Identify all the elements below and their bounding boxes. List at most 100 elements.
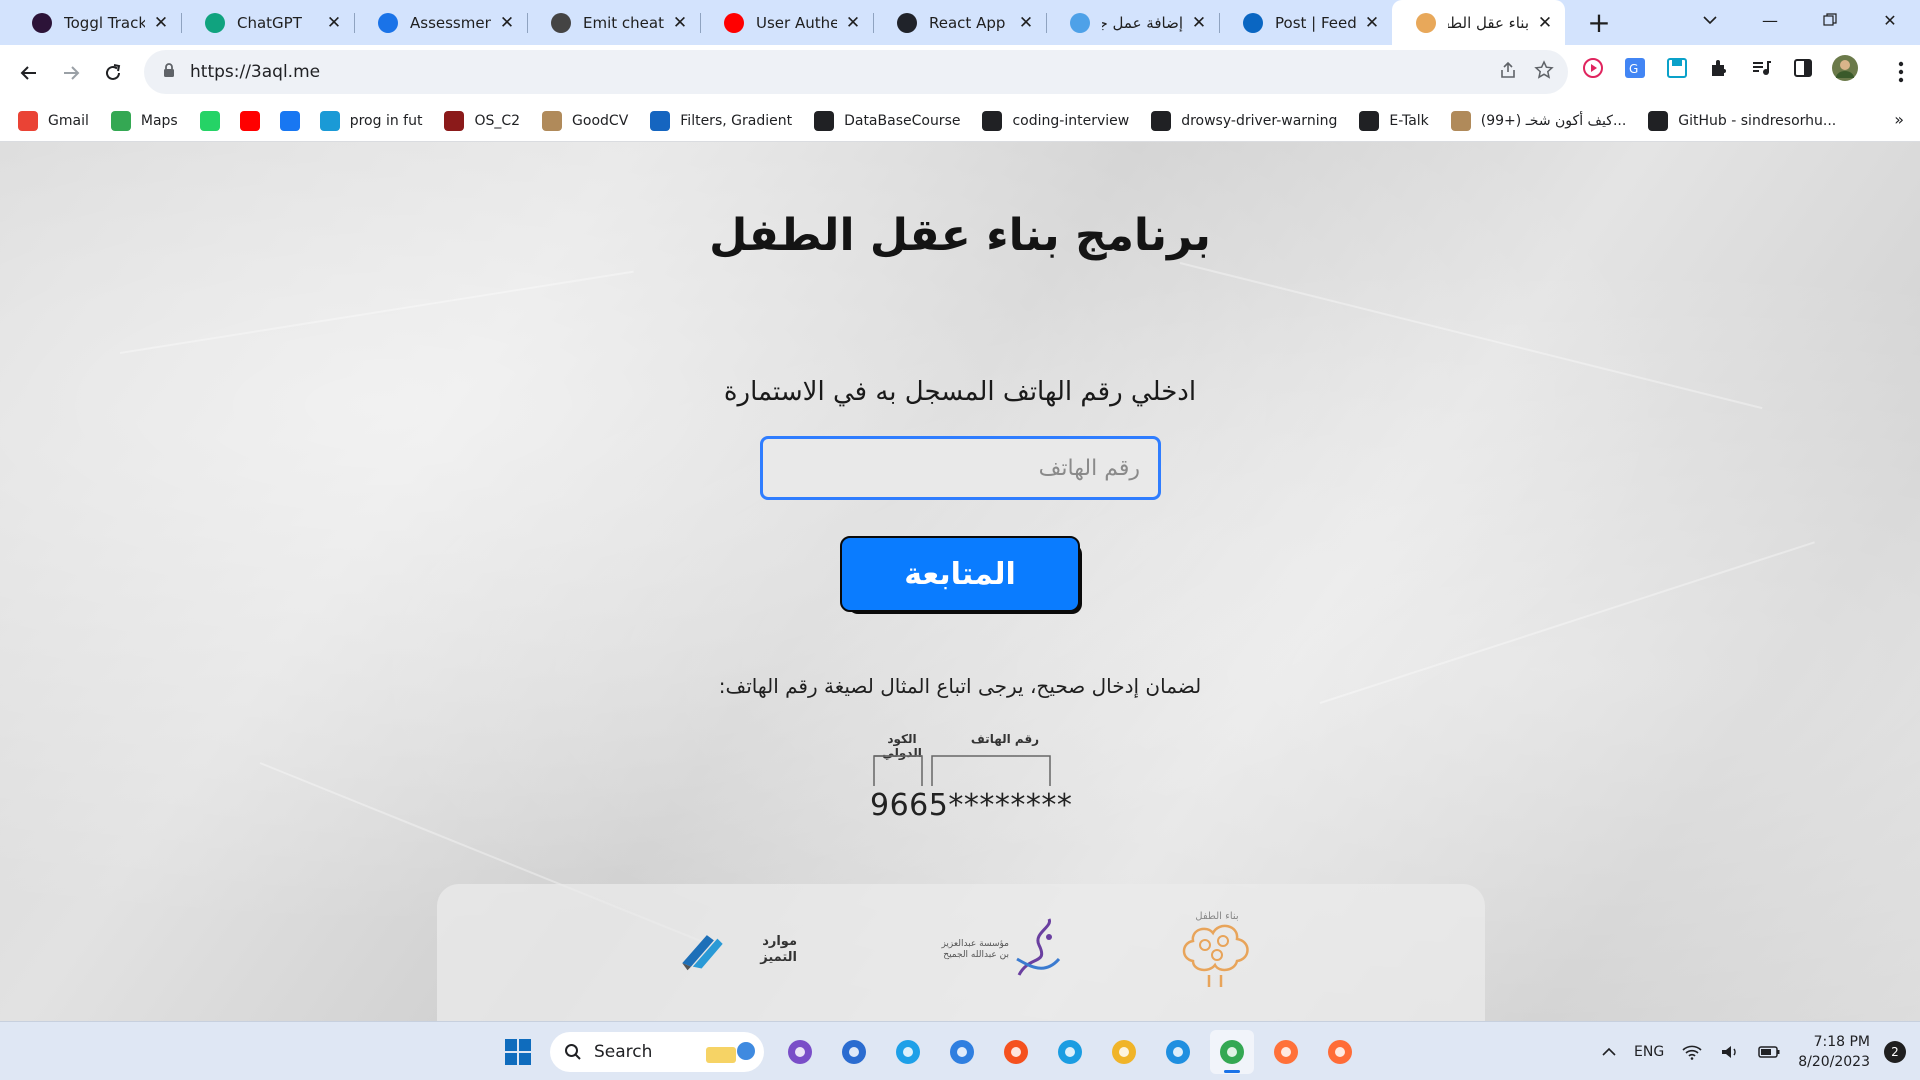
brave-icon[interactable] (994, 1030, 1038, 1074)
language-indicator[interactable]: ENG (1634, 1044, 1664, 1060)
browser-tab[interactable]: React App ✕ (873, 0, 1046, 45)
volume-icon[interactable] (1720, 1044, 1740, 1060)
restore-icon[interactable] (1800, 0, 1860, 40)
tab-title: React App (929, 13, 1006, 32)
bookmark-item[interactable]: (99+) كيف أكون شخـ... (1450, 110, 1627, 131)
clock[interactable]: 7:18 PM 8/20/2023 (1798, 1032, 1870, 1072)
reload-button[interactable] (92, 52, 134, 94)
clock-time: 7:18 PM (1813, 1033, 1870, 1050)
bookmark-item[interactable]: coding-interview (982, 110, 1129, 131)
minimize-icon[interactable]: — (1740, 0, 1800, 40)
store-icon[interactable] (832, 1030, 876, 1074)
bookmark-item[interactable] (239, 110, 260, 131)
browser-tab[interactable]: Post | Feed | L ✕ (1219, 0, 1392, 45)
tab-close-icon[interactable]: ✕ (843, 13, 863, 33)
taskbar-search[interactable]: Search (550, 1032, 764, 1072)
bookmark-label: Gmail (48, 112, 89, 129)
google-translate-icon[interactable]: G (1622, 55, 1648, 81)
more-bookmarks-icon[interactable]: » (1894, 110, 1904, 129)
browser-tab[interactable]: ChatGPT ✕ (181, 0, 354, 45)
file-explorer-icon[interactable] (1102, 1030, 1146, 1074)
lock-icon[interactable] (162, 62, 176, 82)
show-hidden-icons-icon[interactable] (1602, 1047, 1616, 1057)
page-title: برنامج بناء عقل الطفل (709, 210, 1211, 261)
tab-close-icon[interactable]: ✕ (497, 13, 517, 33)
close-window-icon[interactable]: ✕ (1860, 0, 1920, 40)
tab-close-icon[interactable]: ✕ (1016, 13, 1036, 33)
bookmark-item[interactable]: E-Talk (1359, 110, 1429, 131)
bookmark-item[interactable] (279, 110, 300, 131)
side-panel-icon[interactable] (1790, 55, 1816, 81)
address-bar[interactable]: https://3aql.me (144, 50, 1568, 94)
bookmark-label: (99+) كيف أكون شخـ... (1480, 112, 1627, 129)
chrome-icon[interactable] (1210, 1030, 1254, 1074)
browser-menu-icon[interactable] (1898, 61, 1904, 87)
browser-tab[interactable]: إضافة عمل جـ ✕ (1046, 0, 1219, 45)
tab-close-icon[interactable]: ✕ (1189, 13, 1209, 33)
screen-recorder-icon[interactable] (1580, 55, 1606, 81)
vscode-icon[interactable] (1156, 1030, 1200, 1074)
tab-close-icon[interactable]: ✕ (1535, 13, 1555, 33)
media-control-icon[interactable] (1748, 55, 1774, 81)
edge-icon[interactable] (1048, 1030, 1092, 1074)
circle-icon (1070, 12, 1090, 33)
phone-input[interactable] (760, 436, 1161, 500)
phone-format-example: الكود الدولي رقم الهاتف 9665******** (870, 732, 1072, 832)
visual-studio-icon[interactable] (778, 1030, 822, 1074)
browser-tab[interactable]: بناء عقل الطفل ✕ (1392, 0, 1565, 45)
globe-icon (814, 110, 835, 131)
browser-toolbar: https://3aql.me G (0, 45, 1920, 100)
browser-tab[interactable]: User Authenti ✕ (700, 0, 873, 45)
moared-logo-mark-icon (682, 935, 723, 971)
bina-logo-text: بناء الطفل (1195, 911, 1238, 922)
phone-format-hint: لضمان إدخال صحيح، يرجى اتباع المثال لصيغ… (718, 674, 1202, 698)
postman-icon[interactable] (1318, 1030, 1362, 1074)
avatar-icon (542, 110, 563, 131)
url-text: https://3aql.me (190, 62, 321, 82)
battery-icon[interactable] (1758, 1045, 1780, 1059)
browser-tab[interactable]: Toggl Track ✕ (8, 0, 181, 45)
caduceus-icon (319, 110, 340, 131)
bookmark-star-icon[interactable] (1534, 60, 1554, 84)
tab-search-icon[interactable] (1690, 0, 1730, 40)
firefox-icon[interactable] (1264, 1030, 1308, 1074)
bookmark-item[interactable]: prog in fut (319, 110, 422, 131)
bookmark-item[interactable]: drowsy-driver-warning (1151, 110, 1337, 131)
phone-number-label: رقم الهاتف (970, 732, 1040, 746)
tab-close-icon[interactable]: ✕ (1362, 13, 1382, 33)
todo-icon[interactable] (940, 1030, 984, 1074)
forward-button[interactable] (50, 52, 92, 94)
profile-avatar[interactable] (1832, 55, 1858, 81)
bookmark-item[interactable]: GitHub - sindresorhu... (1648, 110, 1836, 131)
bookmark-item[interactable] (199, 110, 220, 131)
bookmark-item[interactable]: Maps (110, 110, 178, 131)
browser-tab[interactable]: Assessment P ✕ (354, 0, 527, 45)
share-icon[interactable] (1498, 60, 1518, 84)
back-button[interactable] (8, 52, 50, 94)
browser-tab[interactable]: Emit cheatshe ✕ (527, 0, 700, 45)
extensions-puzzle-icon[interactable] (1706, 55, 1732, 81)
tab-close-icon[interactable]: ✕ (151, 13, 171, 33)
toggl-icon (32, 12, 52, 33)
chatgpt-icon (205, 12, 225, 33)
continue-button[interactable]: المتابعة (840, 536, 1082, 614)
maps-icon (110, 110, 131, 131)
tab-close-icon[interactable]: ✕ (670, 13, 690, 33)
new-tab-button[interactable]: + (1579, 0, 1619, 45)
page-content: برنامج بناء عقل الطفل ادخلي رقم الهاتف ا… (0, 142, 1920, 1021)
start-icon[interactable] (496, 1030, 540, 1074)
tab-title: Emit cheatshe (583, 13, 664, 32)
taskbar-apps: Search (496, 1030, 1372, 1074)
bookmark-item[interactable]: DataBaseCourse (814, 110, 960, 131)
bookmark-item[interactable]: OS_C2 (444, 110, 520, 131)
tab-title: Post | Feed | L (1275, 13, 1356, 32)
help-icon[interactable] (886, 1030, 930, 1074)
notification-badge[interactable]: 2 (1884, 1040, 1906, 1063)
bookmark-item[interactable]: GoodCV (542, 110, 628, 131)
bookmark-item[interactable]: Gmail (18, 110, 89, 131)
wifi-icon[interactable] (1682, 1044, 1702, 1060)
save-icon[interactable] (1664, 55, 1690, 81)
tab-close-icon[interactable]: ✕ (324, 13, 344, 33)
partners-footer: موارد التميز مؤسسة عبدالعزيز بن عبدالله … (437, 884, 1485, 1021)
bookmark-item[interactable]: Filters, Gradient (650, 110, 792, 131)
